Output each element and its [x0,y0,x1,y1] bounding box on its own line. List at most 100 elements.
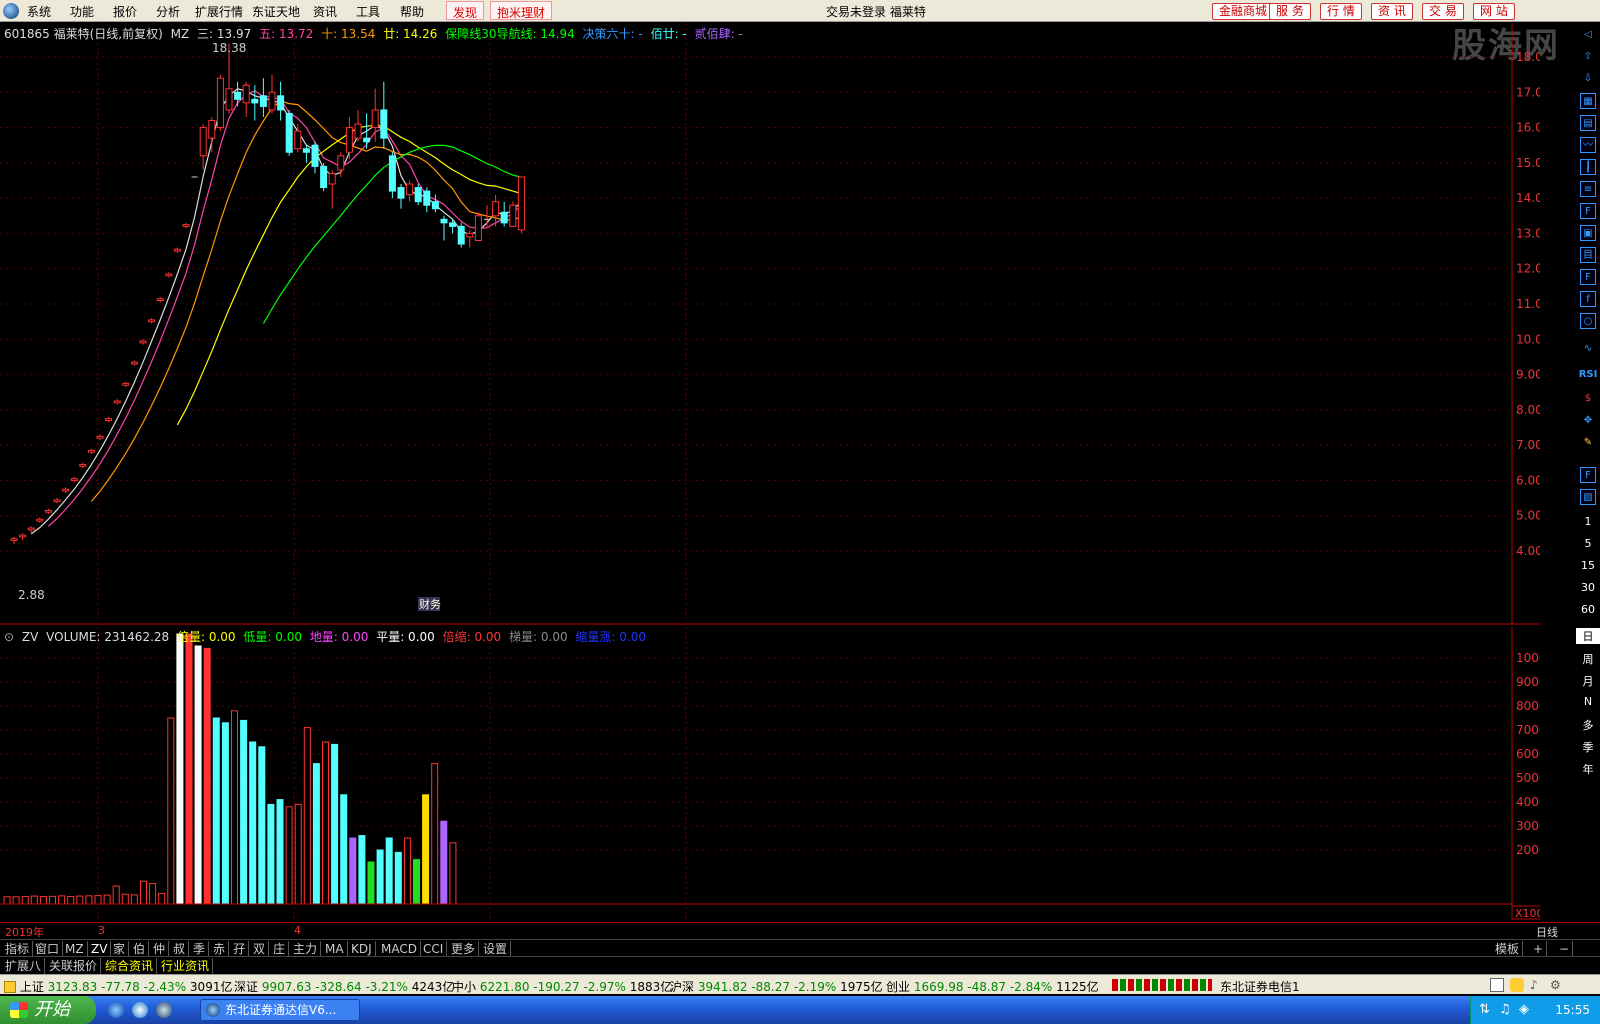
period-week[interactable]: 周 [1576,651,1600,667]
period-30min[interactable]: 30 [1576,581,1600,594]
btn-info[interactable]: 资 讯 [1371,3,1413,20]
index-sz[interactable]: 深证 9907.63 -328.64 -3.21% 4243亿 [234,978,454,995]
period-n[interactable]: N [1576,695,1600,708]
indicator-name[interactable]: MZ [171,27,190,41]
menu-news[interactable]: 资讯 [313,3,337,20]
menu-dongzheng[interactable]: 东证天地 [252,3,300,20]
news-icon[interactable]: ▣ [1580,225,1596,241]
wave-icon[interactable]: ∿ [1580,341,1596,357]
tab-indicator[interactable]: 指标 [2,941,34,957]
start-button[interactable]: 开始 [0,996,96,1024]
settings-icon[interactable]: ⚙ [1550,978,1564,992]
tab-shuang[interactable]: 双 [250,941,270,957]
arrow-up-icon[interactable]: ⇧ [1580,49,1596,65]
tab-zhuli[interactable]: 主力 [290,941,322,957]
index-sh[interactable]: 上证 3123.83 -77.78 -2.43% 3091亿 [4,978,232,995]
btn-market[interactable]: 行 情 [1320,3,1362,20]
vol-indicator-name[interactable]: ZV [22,630,38,644]
menu-help[interactable]: 帮助 [400,3,424,20]
add-button[interactable]: + [1530,941,1548,957]
index-cy[interactable]: 创业 1669.98 -48.87 -2.84% 1125亿 [886,978,1099,995]
period-5min[interactable]: 5 [1576,537,1600,550]
tab-jia[interactable]: 家 [110,941,130,957]
list-icon[interactable]: ≡ [1580,181,1596,197]
menu-system[interactable]: 系统 [27,3,51,20]
btn-service[interactable]: 服 务 [1269,3,1311,20]
circle-icon[interactable]: ○ [1580,313,1596,329]
alert-icon[interactable] [1510,978,1524,992]
collapse-icon[interactable]: ⊙ [4,630,14,644]
line-chart-icon[interactable]: 〰 [1580,137,1596,153]
tray-network-icon[interactable]: ⇅ [1479,1002,1490,1017]
tab-ma[interactable]: MA [322,941,348,957]
f12-icon[interactable]: F [1580,269,1596,285]
period-multi[interactable]: 多 [1576,717,1600,733]
btn-mall[interactable]: 金融商城 [1212,3,1275,20]
index-zx[interactable]: 中小 6221.80 -190.27 -2.97% 1883亿 [452,978,672,995]
ie-icon[interactable] [108,1002,124,1018]
candle-icon[interactable]: ┃ [1580,159,1596,175]
remove-button[interactable]: − [1556,941,1574,957]
tab-bo[interactable]: 伯 [130,941,150,957]
window-icon[interactable] [1490,978,1504,992]
f5-icon[interactable]: F [1580,467,1596,483]
period-15min[interactable]: 15 [1576,559,1600,572]
tab-general-news[interactable]: 综合资讯 [102,958,158,974]
image-icon[interactable]: ▨ [1580,489,1596,505]
kline-chart[interactable]: 18.00 17.00 16.00 15.00 14.00 13.00 12.00 11.00… [0,23,1550,625]
template-button[interactable]: 模板 [1492,941,1524,957]
tray-shield-icon[interactable]: ◈ [1519,1002,1529,1017]
tray-volume-icon[interactable]: ♫ [1499,1002,1511,1017]
tab-related-quote[interactable]: 关联报价 [46,958,102,974]
tab-kdj[interactable]: KDJ [348,941,376,957]
money-icon[interactable]: $ [1580,391,1596,407]
arrow-left-icon[interactable]: ◁ [1580,27,1596,43]
grid-icon[interactable]: ▦ [1580,93,1596,109]
tab-window[interactable]: 窗口 [32,941,64,957]
period-60min[interactable]: 60 [1576,603,1600,616]
menu-tools[interactable]: 工具 [356,3,380,20]
menu-analysis[interactable]: 分析 [156,3,180,20]
index-hs[interactable]: 沪深 3941.82 -88.27 -2.19% 1975亿 [670,978,883,995]
menu-ext-market[interactable]: 扩展行情 [195,3,243,20]
finance-tag[interactable]: 财务 [419,597,441,611]
menu-quote[interactable]: 报价 [113,3,137,20]
pencil-icon[interactable]: ✎ [1580,435,1596,451]
f10-icon[interactable]: F [1580,203,1596,219]
tab-ext8[interactable]: 扩展八 [2,958,46,974]
tab-more[interactable]: 更多 [448,941,480,957]
tab-shu[interactable]: 叔 [170,941,190,957]
period-season[interactable]: 季 [1576,739,1600,755]
sound-icon[interactable]: ♪ [1530,978,1544,992]
note-icon[interactable]: 目 [1580,247,1596,263]
taskbar-app-tdx[interactable]: 东北证券通达信V6... [200,999,360,1021]
tab-macd[interactable]: MACD [378,941,421,957]
menu-baomi[interactable]: 抱米理财 [490,1,553,20]
table-icon[interactable]: ▤ [1580,115,1596,131]
menu-function[interactable]: 功能 [70,3,94,20]
fx-icon[interactable]: f [1580,291,1596,307]
tab-ji[interactable]: 季 [190,941,210,957]
move-icon[interactable]: ✥ [1580,413,1596,429]
tab-cci[interactable]: CCI [420,941,448,957]
browser-icon[interactable] [156,1002,172,1018]
tab-zi[interactable]: 孖 [230,941,250,957]
tab-industry-news[interactable]: 行业资讯 [158,958,214,974]
rsi-button[interactable]: RSI [1576,369,1600,380]
period-year[interactable]: 年 [1576,761,1600,777]
period-1min[interactable]: 1 [1576,515,1600,528]
tab-zv[interactable]: ZV [88,941,112,957]
volume-panel[interactable]: 10000 9000 8000 7000 6000 5000 4000 3000 2000 X1… [0,627,1554,920]
volume-chart[interactable]: 10000 9000 8000 7000 6000 5000 4000 3000 2000 X1… [0,627,1554,920]
tab-zhuang[interactable]: 庄 [270,941,290,957]
menu-discover[interactable]: 发现 [446,1,485,20]
tab-mz[interactable]: MZ [62,941,88,957]
desktop-icon[interactable] [132,1002,148,1018]
tab-chi[interactable]: 赤 [210,941,230,957]
kline-panel[interactable]: 18.00 17.00 16.00 15.00 14.00 13.00 12.00 11.00… [0,23,1550,625]
arrow-down-icon[interactable]: ⇩ [1580,71,1596,87]
period-day[interactable]: 日 [1576,628,1600,644]
period-month[interactable]: 月 [1576,673,1600,689]
tab-zhong[interactable]: 仲 [150,941,170,957]
tab-settings[interactable]: 设置 [480,941,512,957]
